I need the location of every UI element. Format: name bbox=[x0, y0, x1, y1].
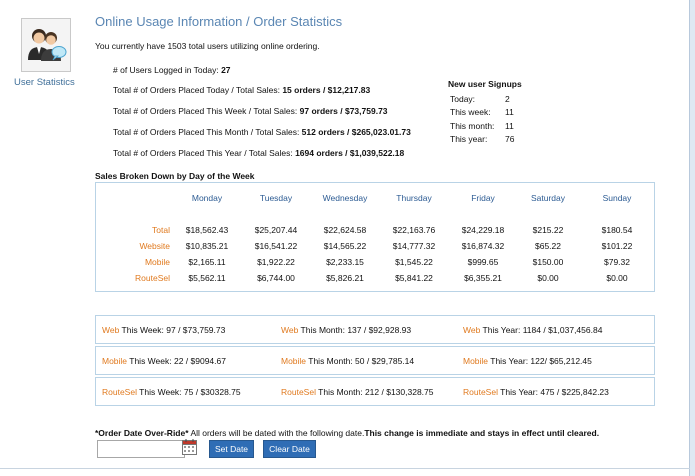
bottom-divider bbox=[0, 468, 690, 469]
day-header: Friday bbox=[471, 193, 495, 203]
mobile-summary-box: Mobile This Week: 22 / $9094.67 Mobile T… bbox=[95, 346, 655, 375]
signup-row-week: This week: 11 bbox=[450, 107, 514, 118]
table-cell: $22,163.76 bbox=[392, 225, 436, 235]
table-cell: $6,744.00 bbox=[257, 273, 295, 283]
orders-today: Total # of Orders Placed Today / Total S… bbox=[113, 85, 371, 95]
signup-row-today: Today: 2 bbox=[450, 93, 510, 104]
sales-by-day-table: Monday Tuesday Wednesday Thursday Friday… bbox=[95, 182, 655, 292]
table-cell: $5,841.22 bbox=[395, 273, 433, 283]
table-cell: $6,355.21 bbox=[464, 273, 502, 283]
table-cell: $24,229.18 bbox=[461, 225, 505, 235]
table-cell: $0.00 bbox=[537, 273, 559, 283]
users-logged-in-today: # of Users Logged in Today: 27 bbox=[113, 65, 231, 75]
table-cell: $65.22 bbox=[535, 241, 561, 251]
day-header: Tuesday bbox=[259, 193, 293, 203]
day-header: Thursday bbox=[396, 193, 432, 203]
table-cell: $14,565.22 bbox=[323, 241, 367, 251]
day-header: Sunday bbox=[602, 193, 632, 203]
table-cell: $2,165.11 bbox=[188, 257, 226, 267]
table-cell: $16,541.22 bbox=[254, 241, 298, 251]
row-label-website: Website bbox=[139, 241, 170, 251]
table-cell: $1,922.22 bbox=[257, 257, 295, 267]
row-label-routesel: RouteSel bbox=[135, 273, 170, 283]
date-override-text: *Order Date Over-Ride* All orders will b… bbox=[95, 428, 600, 438]
routesel-this-week: RouteSel This Week: 75 / $30328.75 bbox=[102, 387, 241, 397]
signups-title: New user Signups bbox=[448, 79, 522, 89]
users-icon bbox=[28, 29, 67, 61]
orders-this-year: Total # of Orders Placed This Year / Tot… bbox=[113, 148, 405, 158]
web-summary-box: Web This Week: 97 / $73,759.73 Web This … bbox=[95, 315, 655, 344]
mobile-this-week: Mobile This Week: 22 / $9094.67 bbox=[102, 356, 226, 366]
day-header: Wednesday bbox=[322, 193, 368, 203]
table-cell: $18,562.43 bbox=[185, 225, 229, 235]
signup-row-month: This month: 11 bbox=[450, 120, 514, 131]
set-date-button[interactable]: Set Date bbox=[209, 440, 254, 458]
day-header: Saturday bbox=[530, 193, 566, 203]
table-cell: $5,562.11 bbox=[188, 273, 226, 283]
table-cell: $79.32 bbox=[604, 257, 630, 267]
table-cell: $999.65 bbox=[467, 257, 499, 267]
window-edge bbox=[689, 0, 695, 476]
table-cell: $180.54 bbox=[601, 225, 633, 235]
table-cell: $16,874.32 bbox=[461, 241, 505, 251]
web-this-year: Web This Year: 1184 / $1,037,456.84 bbox=[463, 325, 603, 335]
calendar-icon[interactable] bbox=[182, 439, 197, 455]
mobile-this-year: Mobile This Year: 122/ $65,212.45 bbox=[463, 356, 592, 366]
mobile-this-month: Mobile This Month: 50 / $29,785.14 bbox=[281, 356, 415, 366]
user-statistics-caption[interactable]: User Statistics bbox=[14, 77, 75, 88]
routesel-this-year: RouteSel This Year: 475 / $225,842.23 bbox=[463, 387, 609, 397]
day-header: Monday bbox=[191, 193, 223, 203]
routesel-summary-box: RouteSel This Week: 75 / $30328.75 Route… bbox=[95, 377, 655, 406]
new-user-signups: New user Signups Today: 2 This week: 11 Th… bbox=[448, 79, 522, 146]
table-cell: $101.22 bbox=[601, 241, 633, 251]
table-cell: $14,777.32 bbox=[392, 241, 436, 251]
table-cell: $10,835.21 bbox=[185, 241, 229, 251]
by-day-title: Sales Broken Down by Day of the Week bbox=[95, 171, 255, 181]
table-cell: $2,233.15 bbox=[326, 257, 364, 267]
row-label-total: Total bbox=[152, 225, 170, 235]
orders-this-week: Total # of Orders Placed This Week / Tot… bbox=[113, 106, 388, 116]
signup-row-year: This year: 76 bbox=[450, 134, 515, 145]
intro-text: You currently have 1503 total users util… bbox=[95, 41, 320, 51]
table-cell: $5,826.21 bbox=[326, 273, 364, 283]
table-cell: $150.00 bbox=[532, 257, 564, 267]
orders-this-month: Total # of Orders Placed This Month / To… bbox=[113, 127, 411, 137]
web-this-week: Web This Week: 97 / $73,759.73 bbox=[102, 325, 226, 335]
table-cell: $0.00 bbox=[606, 273, 628, 283]
override-date-input[interactable] bbox=[97, 440, 185, 458]
table-cell: $25,207.44 bbox=[254, 225, 298, 235]
user-statistics-icon[interactable] bbox=[21, 18, 71, 72]
web-this-month: Web This Month: 137 / $92,928.93 bbox=[281, 325, 412, 335]
table-cell: $22,624.58 bbox=[323, 225, 367, 235]
table-cell: $215.22 bbox=[532, 225, 564, 235]
clear-date-button[interactable]: Clear Date bbox=[263, 440, 316, 458]
page-title: Online Usage Information / Order Statist… bbox=[95, 14, 343, 29]
row-label-mobile: Mobile bbox=[144, 257, 170, 267]
routesel-this-month: RouteSel This Month: 212 / $130,328.75 bbox=[281, 387, 434, 397]
table-cell: $1,545.22 bbox=[395, 257, 433, 267]
